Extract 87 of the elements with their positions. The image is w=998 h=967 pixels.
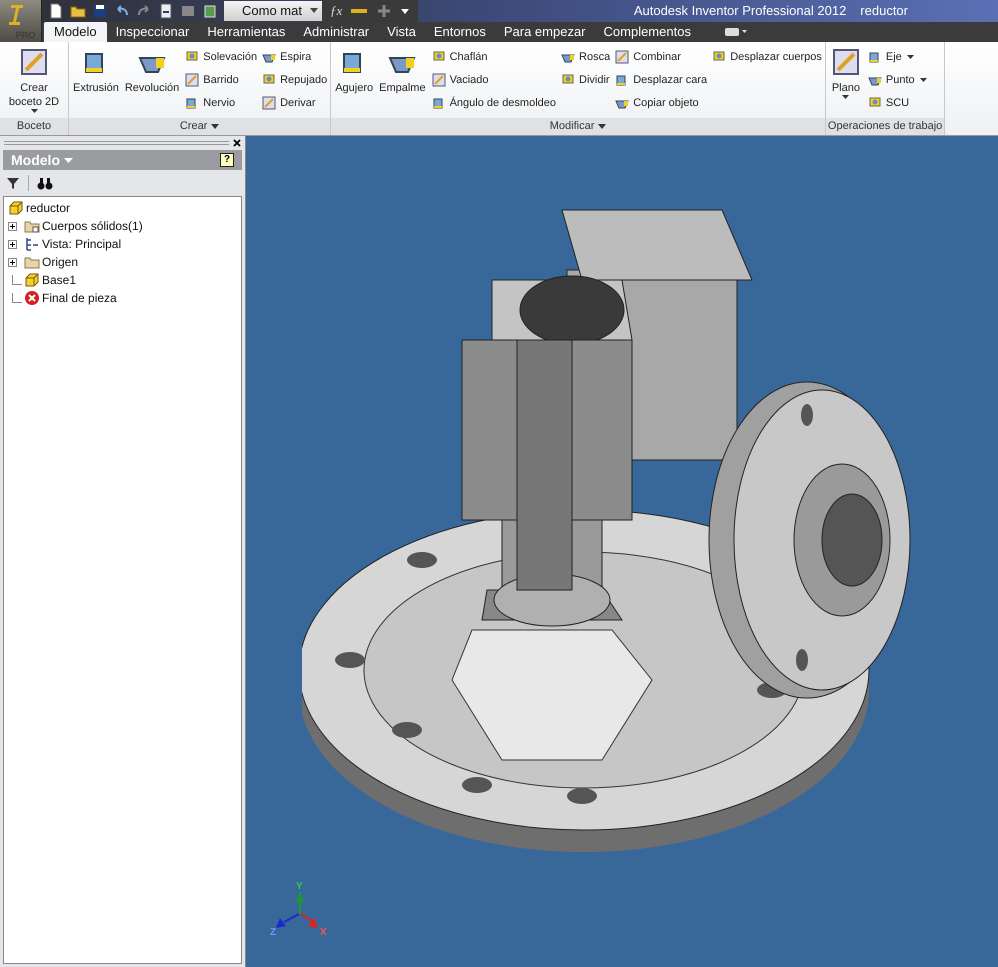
tool-button[interactable]: Desplazar cara [614,69,708,91]
minimize-ribbon-icon[interactable] [724,27,748,37]
new-file-icon[interactable] [48,3,64,19]
caret-icon [906,54,914,60]
ribbon-tab[interactable]: Entornos [424,22,495,42]
tool-button[interactable]: Solevación [184,46,258,68]
tool-button[interactable]: Vaciado [430,69,556,91]
tool-button[interactable]: Repujado [261,69,328,91]
y-axis-label: Y [296,881,303,892]
caret-icon [30,109,38,114]
tool-button[interactable]: Crear boceto 2D [3,46,65,114]
grip-bar[interactable] [4,141,229,145]
tool-button[interactable]: Combinar [614,46,708,68]
binoculars-icon[interactable] [37,176,53,190]
y-axis-arrow [296,892,304,914]
caret-icon [920,78,927,82]
tool-button[interactable]: Barrido [184,69,258,91]
ribbon-tab[interactable]: Inspeccionar [106,22,198,42]
ribbon-tab[interactable]: Para empezar [494,22,595,42]
panel-title: Operaciones de trabajo [826,118,944,135]
error-icon [24,290,40,306]
tool-button[interactable]: Desplazar cuerpos [711,46,822,68]
tool-button[interactable]: Nervio [184,92,258,114]
panel-title: Boceto [0,118,68,135]
tree-item[interactable]: Vista: Principal [42,235,122,253]
view-icon [24,236,40,252]
material-dropdown[interactable]: Como mat [224,1,322,21]
tool-button[interactable]: Ángulo de desmoldeo [430,92,556,114]
tool-button[interactable]: Espira [261,46,328,68]
expand-icon[interactable] [8,240,17,248]
tool-icon [430,72,447,88]
tool-button[interactable]: Eje [866,46,927,68]
tool-button[interactable]: Extrusión [72,46,120,95]
tool-button[interactable]: Agujero [334,46,374,95]
tree-item[interactable]: Origen [42,253,78,271]
z-axis-label: Z [270,927,276,936]
ribbon-tab[interactable]: Vista [378,22,425,42]
tree-item[interactable]: Final de pieza [42,289,117,307]
caret-icon[interactable] [400,6,410,16]
tool-button[interactable]: Revolución [124,46,180,95]
tree-item[interactable]: Cuerpos sólidos(1) [42,217,143,235]
tool-button[interactable]: Plano [828,46,863,100]
caret-icon [598,124,606,129]
document-icon[interactable] [158,3,174,19]
expand-icon[interactable] [8,258,17,266]
ribbon-tab[interactable]: Complementos [594,22,700,42]
tree-item[interactable]: Base1 [42,271,76,289]
function-button[interactable]: ƒx [330,1,342,21]
tool-button[interactable]: Rosca [560,46,610,68]
expand-icon[interactable] [8,222,17,230]
part-icon [24,272,40,288]
tool-button[interactable]: SCU [866,92,927,114]
tool-icon [184,72,200,88]
panel-title[interactable]: Crear [69,118,330,135]
ribbon-tab[interactable]: Herramientas [198,22,294,42]
tool-button[interactable]: Punto [866,69,927,91]
ribbon-tab[interactable]: Modelo [44,22,107,42]
caret-icon[interactable] [310,8,318,14]
tool-button[interactable]: Copiar objeto [614,92,708,114]
caret-icon [64,158,73,162]
logo-icon [8,3,26,27]
ribbon-tab[interactable]: Administrar [294,22,378,42]
save-icon[interactable] [92,3,108,19]
plus-icon[interactable] [376,3,392,19]
z-axis-arrow [276,913,300,928]
caret-icon [842,95,850,100]
x-axis-label: X [320,927,327,936]
combo-value: Como mat [242,2,302,20]
tool-button[interactable]: Chaflán [430,46,556,68]
box-icon[interactable] [202,3,218,19]
tool-button[interactable]: Derivar [261,92,328,114]
filter-icon[interactable] [6,176,20,190]
tool-button[interactable]: Dividir [560,69,610,91]
document-name: reductor [860,2,908,20]
close-icon[interactable] [233,139,241,147]
tool-icon [614,49,630,65]
tool-icon [18,46,50,78]
caret-icon [211,124,220,129]
help-button[interactable]: ? [220,153,234,167]
tree-item[interactable]: reductor [26,199,70,217]
panel-title[interactable]: Modificar [331,118,825,135]
tool-icon [261,95,278,111]
window-title: Autodesk Inventor Professional 2012 [634,2,846,20]
image-icon[interactable] [180,3,196,19]
part-icon [8,200,24,216]
tool-button[interactable]: Empalme [378,46,427,95]
x-axis-arrow [300,913,318,928]
